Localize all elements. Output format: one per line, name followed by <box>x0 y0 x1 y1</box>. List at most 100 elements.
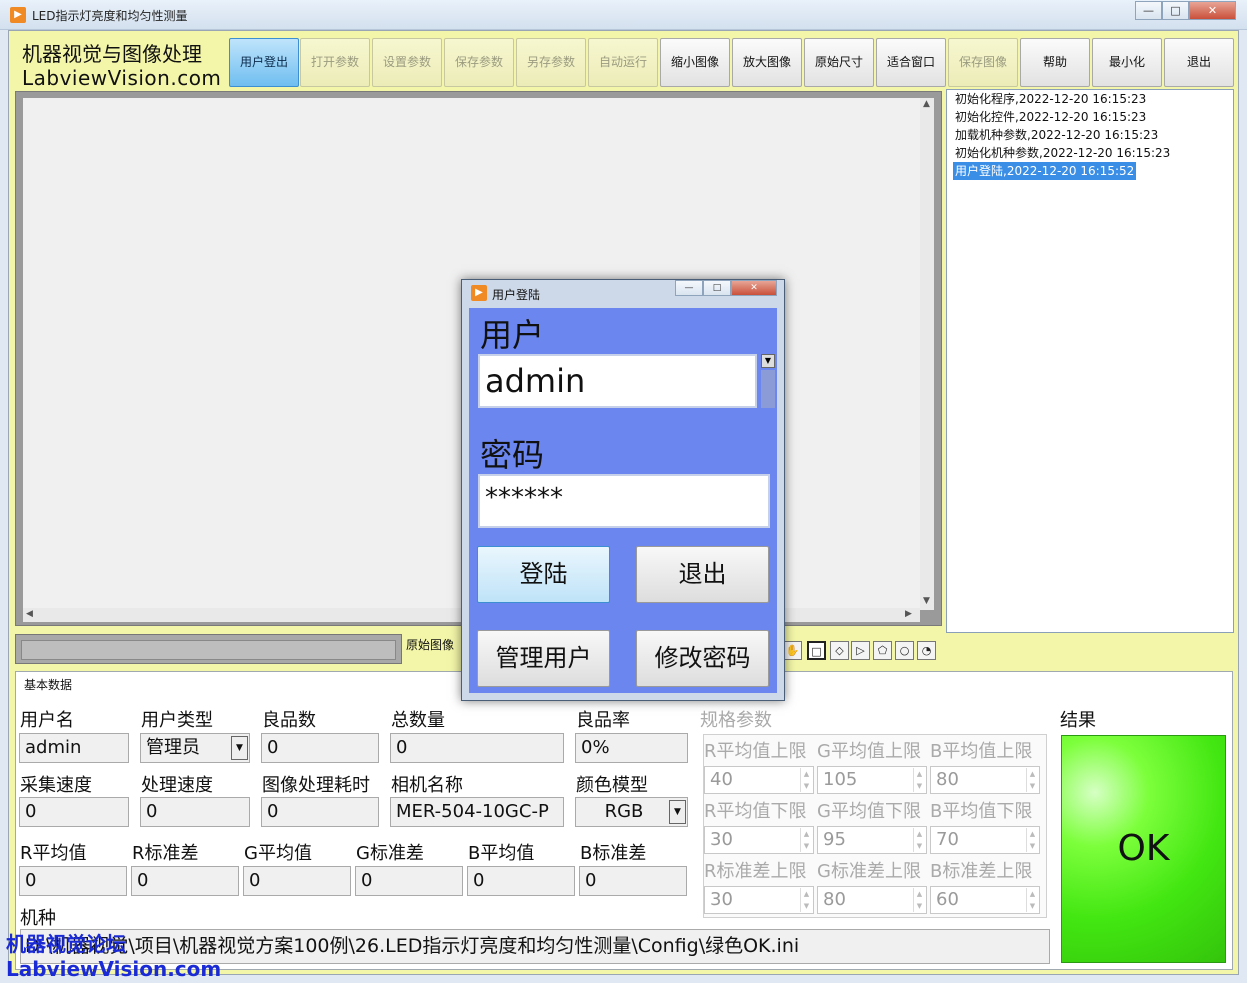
toolbar-button-9[interactable]: 原始尺寸 <box>804 38 874 87</box>
spec-value: 30 <box>710 829 733 850</box>
spec-value: 95 <box>823 829 846 850</box>
spinner-icon[interactable]: ▲ ▼ <box>1026 768 1038 792</box>
toolbar-button-12[interactable]: 帮助 <box>1020 38 1090 87</box>
login-dialog-title: 用户登陆 <box>492 288 541 302</box>
dialog-exit-button[interactable]: 退出 <box>636 546 769 603</box>
minimize-button[interactable]: — <box>1135 1 1162 20</box>
user-label: 用户 <box>480 316 545 354</box>
yield-field: 0% <box>575 733 688 763</box>
process-speed-field: 0 <box>140 797 250 827</box>
dialog-app-icon: ▶ <box>471 285 487 301</box>
spec-value-field[interactable]: 70 ▲ ▼ <box>930 826 1040 854</box>
annulus-tool-icon[interactable]: ◔ <box>917 641 936 660</box>
toolbar-button-8[interactable]: 放大图像 <box>732 38 802 87</box>
spinner-icon[interactable]: ▲ ▼ <box>913 768 925 792</box>
manage-users-button[interactable]: 管理用户 <box>477 630 610 687</box>
dialog-close-button[interactable]: ✕ <box>731 280 777 296</box>
toolbar-button-3[interactable]: 设置参数 <box>372 38 442 87</box>
usertype-select[interactable]: 管理员 ▼ <box>140 733 250 763</box>
log-entry[interactable]: 加载机种参数,2022-12-20 16:15:23 <box>953 126 1160 144</box>
spinner-icon[interactable]: ▲ ▼ <box>800 768 812 792</box>
user-list-scrollbar[interactable] <box>761 370 775 408</box>
toolbar-button-7[interactable]: 缩小图像 <box>660 38 730 87</box>
b-mean-field: 0 <box>467 866 575 896</box>
capture-speed-label: 采集速度 <box>20 775 92 796</box>
scroll-right-icon[interactable]: ▶ <box>905 609 912 619</box>
spinner-icon[interactable]: ▲ ▼ <box>1026 888 1038 912</box>
panel-title: 基本数据 <box>24 678 73 692</box>
circle-tool-icon[interactable]: ○ <box>895 641 914 660</box>
spec-value-field[interactable]: 80 ▲ ▼ <box>817 886 927 914</box>
change-password-button[interactable]: 修改密码 <box>636 630 769 687</box>
polygon-tool-icon[interactable]: ▷ <box>851 641 870 660</box>
model-label: 机种 <box>20 908 56 929</box>
spec-title: 规格参数 <box>700 710 772 731</box>
log-entry[interactable]: 初始化程序,2022-12-20 16:15:23 <box>953 90 1148 108</box>
spec-value-field[interactable]: 60 ▲ ▼ <box>930 886 1040 914</box>
spec-value-field[interactable]: 30 ▲ ▼ <box>704 826 814 854</box>
toolbar-button-2[interactable]: 打开参数 <box>300 38 370 87</box>
dialog-minimize-button[interactable]: — <box>675 280 703 296</box>
chevron-down-icon[interactable]: ▼ <box>231 736 248 760</box>
rectangle-tool-icon[interactable]: □ <box>807 641 826 660</box>
spec-value-field[interactable]: 40 ▲ ▼ <box>704 766 814 794</box>
username-label: 用户名 <box>20 710 74 731</box>
pan-tool-icon[interactable]: ✋ <box>783 641 802 660</box>
spec-label: R平均值上限 <box>704 741 807 762</box>
toolbar-button-13[interactable]: 最小化 <box>1092 38 1162 87</box>
scroll-left-icon[interactable]: ◀ <box>26 609 33 619</box>
spec-value-field[interactable]: 30 ▲ ▼ <box>704 886 814 914</box>
camera-name-label: 相机名称 <box>391 775 463 796</box>
spec-value-field[interactable]: 105 ▲ ▼ <box>817 766 927 794</box>
image-status-field <box>21 640 396 660</box>
spinner-icon[interactable]: ▲ ▼ <box>913 888 925 912</box>
spec-label: B标准差上限 <box>930 861 1033 882</box>
toolbar-button-1[interactable]: 用户登出 <box>229 38 299 87</box>
user-dropdown-icon[interactable]: ▼ <box>761 354 775 368</box>
toolbar-button-14[interactable]: 退出 <box>1164 38 1234 87</box>
dialog-maximize-button[interactable]: □ <box>703 280 731 296</box>
rotated-rect-tool-icon[interactable]: ◇ <box>830 641 849 660</box>
spec-label: B平均值下限 <box>930 801 1033 822</box>
login-button[interactable]: 登陆 <box>477 546 610 603</box>
chevron-down-icon[interactable]: ▼ <box>669 800 686 824</box>
spec-value-field[interactable]: 80 ▲ ▼ <box>930 766 1040 794</box>
user-field[interactable]: admin <box>478 354 757 408</box>
username-field: admin <box>19 733 129 763</box>
log-entry[interactable]: 用户登陆,2022-12-20 16:15:52 <box>953 162 1137 180</box>
spinner-icon[interactable]: ▲ ▼ <box>800 828 812 852</box>
vertical-scrollbar[interactable]: ▲ ▼ <box>920 98 934 610</box>
spec-value: 70 <box>936 829 959 850</box>
r-mean-field: 0 <box>19 866 127 896</box>
log-entry[interactable]: 初始化机种参数,2022-12-20 16:15:23 <box>953 144 1172 162</box>
toolbar-button-11[interactable]: 保存图像 <box>948 38 1018 87</box>
password-field[interactable]: ****** <box>478 474 770 528</box>
process-speed-label: 处理速度 <box>141 775 213 796</box>
toolbar-button-6[interactable]: 自动运行 <box>588 38 658 87</box>
log-entry[interactable]: 初始化控件,2022-12-20 16:15:23 <box>953 108 1148 126</box>
app-icon: ▶ <box>10 7 26 23</box>
maximize-button[interactable]: □ <box>1162 1 1189 20</box>
password-label: 密码 <box>480 436 545 474</box>
freehand-tool-icon[interactable]: ⬠ <box>873 641 892 660</box>
spinner-icon[interactable]: ▲ ▼ <box>1026 828 1038 852</box>
g-std-field: 0 <box>355 866 463 896</box>
color-model-select[interactable]: RGB ▼ <box>575 797 688 827</box>
spec-value-field[interactable]: 95 ▲ ▼ <box>817 826 927 854</box>
spec-label: B平均值上限 <box>930 741 1033 762</box>
spec-value: 40 <box>710 769 733 790</box>
spinner-icon[interactable]: ▲ ▼ <box>800 888 812 912</box>
image-caption: 原始图像 <box>406 638 455 652</box>
toolbar-button-4[interactable]: 保存参数 <box>444 38 514 87</box>
window-title: LED指示灯亮度和均匀性测量 <box>32 9 188 23</box>
g-mean-label: G平均值 <box>244 843 312 864</box>
usertype-label: 用户类型 <box>141 710 213 731</box>
spinner-icon[interactable]: ▲ ▼ <box>913 828 925 852</box>
toolbar-button-5[interactable]: 另存参数 <box>516 38 586 87</box>
spec-label: G平均值下限 <box>817 801 921 822</box>
scroll-down-icon[interactable]: ▼ <box>923 596 930 606</box>
scroll-up-icon[interactable]: ▲ <box>923 99 930 109</box>
b-std-label: B标准差 <box>580 843 647 864</box>
toolbar-button-10[interactable]: 适合窗口 <box>876 38 946 87</box>
close-button[interactable]: ✕ <box>1189 1 1236 20</box>
